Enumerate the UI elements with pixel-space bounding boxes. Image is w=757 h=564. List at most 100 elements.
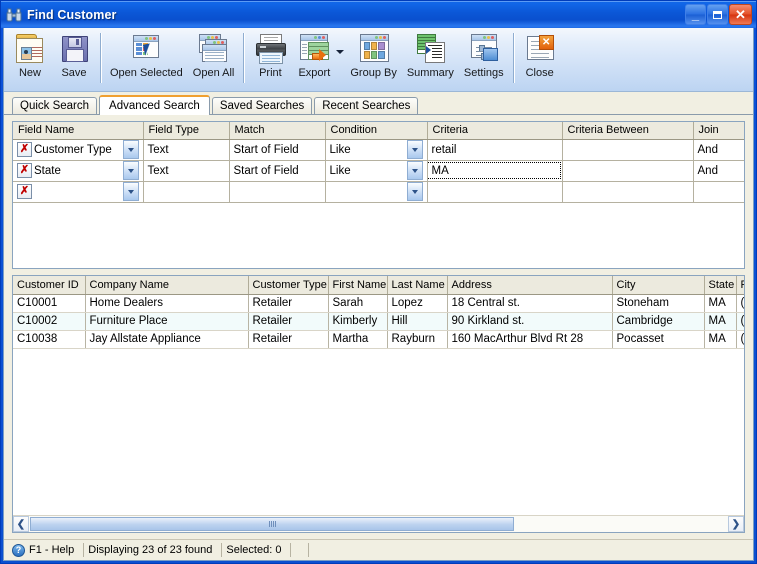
criteria-row-empty[interactable]: ✗ [13,181,744,203]
criteria-col-criteria-between[interactable]: Criteria Between [562,122,694,140]
results-col-state[interactable]: State [704,276,737,295]
criteria-col-field-name[interactable]: Field Name [13,122,144,140]
criteria-cell-match[interactable] [229,181,326,203]
criteria-col-join[interactable]: Join [693,122,744,140]
toolbar-label-print: Print [259,67,282,79]
scroll-left-arrow-icon[interactable]: ❮ [13,516,29,532]
criteria-cell-match[interactable]: Start of Field [229,139,326,161]
condition-value: Like [329,143,351,156]
field-name-dropdown-icon[interactable] [122,140,139,159]
criteria-cell-join[interactable]: And [693,139,744,161]
remove-criteria-icon[interactable]: ✗ [17,163,32,178]
client-area: New Save Open Selected Open All Print Ex… [3,28,754,561]
maximize-button[interactable] [707,4,728,25]
scrollbar-grip-icon [268,521,276,527]
criteria-row[interactable]: ✗ Customer Type Text Start of Field Like [13,139,744,161]
tab-quick-search[interactable]: Quick Search [12,97,98,114]
results-grid-panel: Customer ID Company Name Customer Type F… [12,275,745,533]
cell-state: MA [704,312,737,331]
tab-content-advanced-search: Field Name Field Type Match Condition Cr… [4,115,753,539]
condition-dropdown-icon[interactable] [406,140,423,159]
toolbar-button-summary[interactable]: Summary [402,31,459,79]
criteria-col-match[interactable]: Match [229,122,326,140]
cell-first-name: Kimberly [328,312,388,331]
criteria-cell-field-name[interactable]: ✗ State [13,160,144,182]
criteria-row-selected[interactable]: ✗ State Text Start of Field Like MA And [13,160,744,182]
results-col-customer-id[interactable]: Customer ID [13,276,86,295]
new-contact-icon [14,33,46,64]
toolbar-button-print[interactable]: Print [248,31,292,79]
criteria-cell-match[interactable]: Start of Field [229,160,326,182]
scrollbar-thumb[interactable] [30,517,514,531]
results-col-address[interactable]: Address [447,276,613,295]
criteria-col-criteria[interactable]: Criteria [427,122,563,140]
toolbar-button-open-selected[interactable]: Open Selected [105,31,188,79]
export-dropdown-arrow-icon[interactable] [334,31,345,81]
criteria-cell-condition[interactable] [325,181,428,203]
results-col-last-name[interactable]: Last Name [387,276,448,295]
settings-sliders-icon [468,33,500,64]
remove-criteria-icon[interactable]: ✗ [17,142,32,157]
toolbar-button-settings[interactable]: Settings [459,31,509,79]
toolbar-label-new: New [18,67,41,79]
status-help[interactable]: ? F1 - Help [10,543,85,557]
results-col-first-name[interactable]: First Name [328,276,388,295]
toolbar-button-open-all[interactable]: Open All [188,31,240,79]
toolbar-separator [243,33,245,83]
criteria-col-field-type[interactable]: Field Type [143,122,230,140]
criteria-cell-join[interactable] [693,181,744,203]
criteria-col-condition[interactable]: Condition [325,122,428,140]
window-title: Find Customer [27,7,117,22]
title-bar[interactable]: Find Customer _ ✕ [1,1,756,28]
scroll-right-arrow-icon[interactable]: ❯ [728,516,744,532]
results-col-customer-type[interactable]: Customer Type [248,276,329,295]
criteria-cell-field-name[interactable]: ✗ Customer Type [13,139,144,161]
toolbar-separator [512,33,514,83]
criteria-cell-criteria-between[interactable] [562,160,694,182]
criteria-cell-condition[interactable]: Like [325,139,428,161]
field-name-dropdown-icon[interactable] [122,161,139,180]
criteria-cell-join[interactable]: And [693,160,744,182]
toolbar-button-group-by[interactable]: Group By [345,31,401,79]
criteria-cell-criteria-between[interactable] [562,181,694,203]
criteria-cell-criteria[interactable]: MA [427,160,563,182]
scrollbar-track[interactable] [29,516,728,532]
tab-label: Advanced Search [109,100,200,112]
results-horizontal-scrollbar[interactable]: ❮ ❯ [13,515,744,532]
table-row[interactable]: C10001 Home Dealers Retailer Sarah Lopez… [13,294,744,313]
toolbar-button-new[interactable]: New [8,31,52,79]
tab-recent-searches[interactable]: Recent Searches [314,97,419,114]
toolbar-button-save[interactable]: Save [52,31,96,79]
results-col-company-name[interactable]: Company Name [85,276,249,295]
criteria-cell-criteria[interactable] [427,181,563,203]
remove-criteria-icon[interactable]: ✗ [17,184,32,199]
minimize-button[interactable]: _ [685,4,706,25]
criteria-cell-criteria[interactable]: retail [427,139,563,161]
field-name-dropdown-icon[interactable] [122,182,139,201]
table-row[interactable]: C10038 Jay Allstate Appliance Retailer M… [13,330,744,349]
main-toolbar: New Save Open Selected Open All Print Ex… [4,28,753,92]
help-icon[interactable]: ? [12,543,25,557]
toolbar-label-summary: Summary [406,67,454,79]
binoculars-icon [6,7,22,23]
cell-last-name: Rayburn [387,330,448,349]
criteria-cell-field-type [143,181,230,203]
results-col-phone[interactable]: Phone [736,276,744,295]
cell-city: Cambridge [612,312,705,331]
close-window-button[interactable]: ✕ [729,4,752,25]
table-row[interactable]: C10002 Furniture Place Retailer Kimberly… [13,312,744,331]
results-col-city[interactable]: City [612,276,705,295]
criteria-cell-criteria-between[interactable] [562,139,694,161]
condition-dropdown-icon[interactable] [406,161,423,180]
criteria-cell-field-name[interactable]: ✗ [13,181,144,203]
tab-saved-searches[interactable]: Saved Searches [211,97,313,114]
status-selected: Selected: 0 [222,543,292,557]
toolbar-button-close[interactable]: ✕ Close [518,31,562,79]
tab-advanced-search[interactable]: Advanced Search [99,95,210,115]
criteria-cell-condition[interactable]: Like [325,160,428,182]
cell-address: 90 Kirkland st. [447,312,613,331]
toolbar-button-export[interactable]: Export [292,31,336,79]
tab-label: Quick Search [20,100,90,112]
condition-dropdown-icon[interactable] [406,182,423,201]
cell-company-name: Jay Allstate Appliance [85,330,249,349]
